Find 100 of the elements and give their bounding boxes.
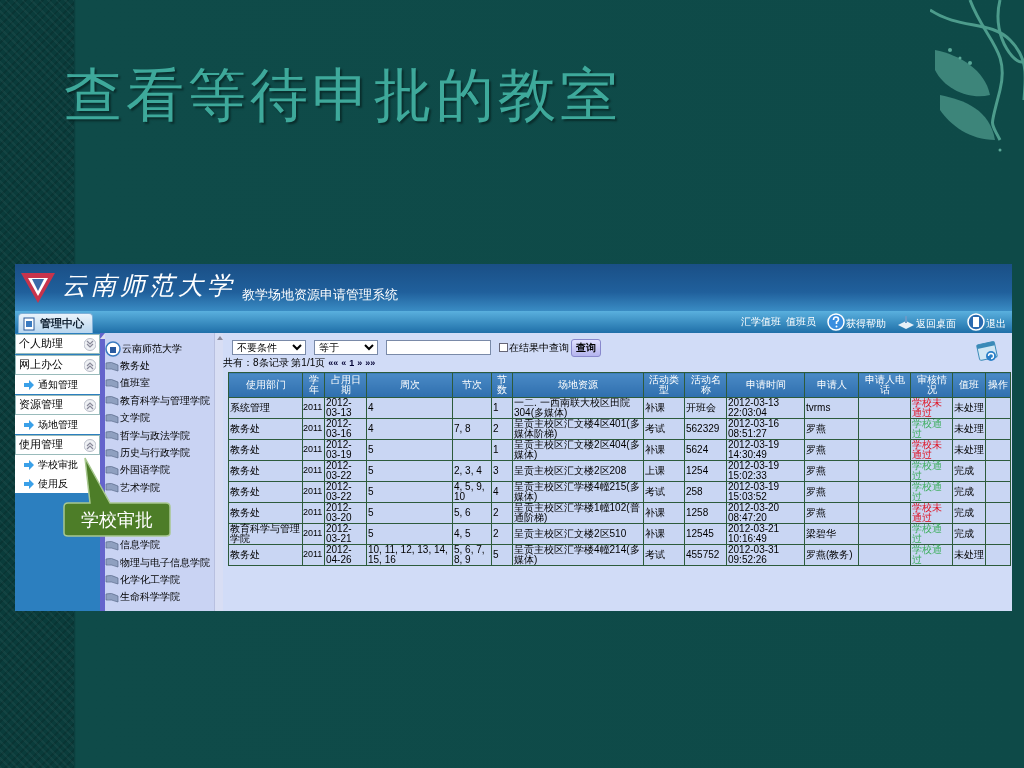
column-header: 节次 — [452, 372, 492, 398]
tree-item[interactable]: 化学化工学院 — [120, 573, 180, 587]
collapse-icon[interactable] — [84, 437, 96, 453]
folder-icon — [105, 430, 119, 442]
column-header: 占用日期 — [324, 372, 367, 398]
toolbar-link[interactable]: 返回桌面 — [897, 313, 956, 331]
column-header: 活动类型 — [643, 372, 685, 398]
folder-icon — [105, 464, 119, 476]
tree-item[interactable]: 外国语学院 — [120, 463, 170, 478]
tree-item[interactable]: 物理与电子信息学院 — [120, 555, 210, 570]
toolbar-link[interactable]: 获得帮助 — [827, 313, 886, 331]
tree-item[interactable]: 生命科学学院 — [120, 590, 180, 605]
column-header: 场地资源 — [512, 372, 644, 398]
nav-section-header[interactable]: 个人助理 — [15, 334, 100, 354]
table-cell: 呈贡主校区汇文楼2区404(多媒体) — [512, 439, 644, 461]
nav-section-title: 资源管理 — [19, 398, 63, 412]
table-cell: 教务处 — [228, 502, 303, 524]
refresh-icon[interactable] — [976, 339, 998, 362]
folder-icon — [105, 591, 119, 603]
column-header: 节数 — [491, 372, 513, 398]
column-header: 学年 — [302, 372, 325, 398]
column-header: 审核情况 — [910, 372, 953, 398]
pager-link[interactable]: » — [357, 357, 363, 368]
user-role: 值班员 — [786, 315, 816, 329]
expand-icon[interactable] — [84, 336, 96, 352]
checkbox[interactable] — [499, 343, 508, 352]
tree-item[interactable]: 云南师范大学 — [122, 341, 182, 356]
table-cell: 呈贡主校区汇学楼4幢214(多媒体) — [512, 544, 644, 566]
tree-item[interactable]: 哲学与政法学院 — [120, 428, 190, 443]
nav-section-title: 个人助理 — [19, 337, 63, 351]
slide-title: 查看等待申批的教室 — [64, 62, 622, 128]
nav-section-title: 使用管理 — [19, 438, 63, 452]
arrow-icon — [23, 477, 35, 490]
folder-icon — [105, 447, 119, 459]
collapse-arrow-icon[interactable] — [100, 333, 105, 339]
tray-icon — [897, 313, 915, 331]
arrow-icon — [23, 458, 35, 471]
column-header: 申请人电话 — [858, 372, 911, 398]
folder-icon — [105, 395, 119, 407]
column-header: 申请时间 — [726, 372, 805, 398]
condition-dropdown[interactable]: 不要条件 — [232, 340, 306, 355]
table-cell: 教务处 — [228, 418, 303, 440]
folder-icon — [105, 574, 119, 586]
folder-icon — [105, 557, 119, 569]
column-header: 值班 — [952, 372, 986, 398]
table-cell: 呈贡主校区汇文楼4区401(多媒体阶梯) — [512, 418, 644, 440]
arrow-icon — [23, 378, 35, 391]
column-header: 使用部门 — [228, 372, 303, 398]
door-icon — [967, 313, 985, 331]
table-cell: 系统管理 — [228, 397, 303, 419]
query-button[interactable]: 查询 — [571, 338, 601, 357]
column-header: 申请人 — [804, 372, 859, 398]
home-icon — [105, 340, 121, 357]
table-cell: 呈贡主校区汇学楼4幢215(多媒体) — [512, 481, 644, 503]
system-title: 教学场地资源申请管理系统 — [242, 285, 398, 304]
tab[interactable]: 管理中心 — [18, 313, 93, 333]
pager-link[interactable]: 1 — [349, 357, 355, 368]
logo-icon — [20, 270, 56, 305]
help-icon — [827, 313, 845, 331]
folder-icon — [105, 482, 119, 494]
table-cell: 教育科学与管理学院 — [228, 523, 303, 545]
tree-item[interactable]: 文学院 — [120, 411, 150, 426]
page-icon — [23, 316, 35, 331]
search-field[interactable] — [386, 340, 491, 355]
scrollbar[interactable] — [214, 333, 223, 611]
nav-section-title: 网上办公 — [19, 358, 63, 372]
tree-item[interactable]: 教育科学与管理学院 — [120, 393, 210, 408]
tree-item[interactable]: 信息学院 — [120, 538, 160, 553]
pager-link[interactable]: « — [341, 357, 347, 368]
table-cell: 教务处 — [228, 544, 303, 566]
pager-link[interactable]: »» — [365, 357, 376, 368]
folder-icon — [105, 539, 119, 551]
column-header: 活动名称 — [684, 372, 727, 398]
arrow-icon — [23, 418, 35, 431]
tree-item[interactable]: 值班室 — [120, 376, 150, 391]
table-cell: 教务处 — [228, 439, 303, 461]
checkbox-label: 在结果中查询 — [509, 340, 569, 355]
user-unit: 汇学值班 — [741, 315, 781, 329]
operator-dropdown[interactable]: 等于 — [314, 340, 378, 355]
folder-icon — [105, 412, 119, 424]
record-summary: 共有：8条记录 第1/1页 — [223, 355, 326, 370]
column-header: 周次 — [366, 372, 453, 398]
pager-link[interactable]: «« — [328, 357, 339, 368]
university-name: 云南师范大学 — [62, 270, 236, 302]
nav-section-header[interactable]: 网上办公 — [15, 355, 100, 375]
collapse-icon[interactable] — [84, 397, 96, 413]
folder-icon — [105, 360, 119, 372]
tree-item[interactable]: 艺术学院 — [120, 480, 160, 495]
collapse-icon[interactable] — [84, 357, 96, 373]
table-cell: 一二. 一西南联大校区田院304(多媒体) — [512, 397, 644, 419]
table-cell: 教务处 — [228, 460, 303, 482]
nav-section-header[interactable]: 使用管理 — [15, 435, 100, 455]
folder-icon — [105, 377, 119, 389]
table-cell: 呈贡主校区汇学楼1幢102(普通阶梯) — [512, 502, 644, 524]
toolbar-link[interactable]: 退出 — [967, 313, 1006, 331]
column-header: 操作 — [985, 372, 1011, 398]
table-cell: 教务处 — [228, 481, 303, 503]
nav-section-header[interactable]: 资源管理 — [15, 395, 100, 415]
tree-item[interactable]: 教务处 — [120, 359, 150, 374]
tree-item[interactable]: 历史与行政学院 — [120, 446, 190, 461]
